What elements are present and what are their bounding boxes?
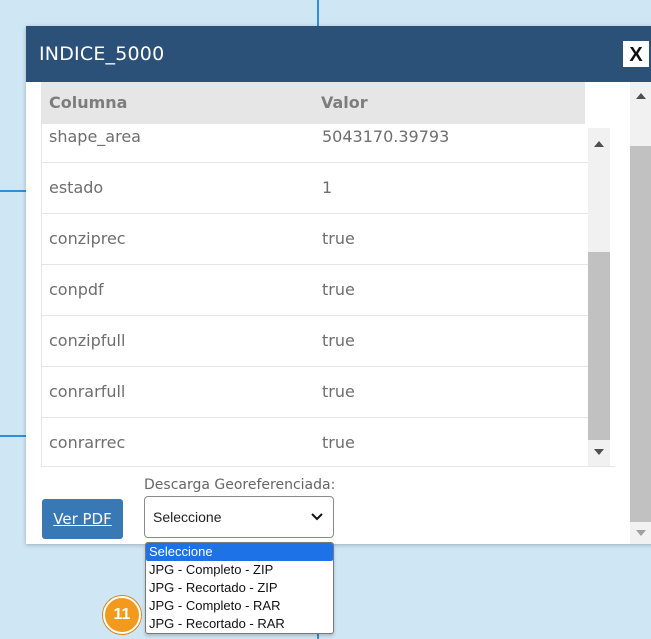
table-row: estado 1 xyxy=(42,163,590,214)
row-column: estado xyxy=(49,178,104,197)
view-pdf-button[interactable]: Ver PDF xyxy=(42,499,123,539)
arrow-down-icon[interactable] xyxy=(593,448,605,456)
close-icon: X xyxy=(629,44,643,66)
table-header: Columna Valor xyxy=(41,82,585,124)
table-row: conrarrec true xyxy=(42,418,590,466)
row-value: 1 xyxy=(322,178,333,197)
table-row: conzipfull true xyxy=(42,316,590,367)
table-scrollbar[interactable] xyxy=(588,128,610,466)
dropdown-option-seleccione[interactable]: Seleccione xyxy=(146,543,333,561)
row-column: conpdf xyxy=(49,280,104,299)
row-value: true xyxy=(322,229,355,248)
select-value: Seleccione xyxy=(153,509,222,525)
dropdown-option-jpg-completo-rar[interactable]: JPG - Completo - RAR xyxy=(146,597,333,615)
row-value: true xyxy=(322,382,355,401)
row-value: true xyxy=(322,280,355,299)
step-number-badge: 11 xyxy=(103,596,141,634)
dropdown-option-jpg-recortado-rar[interactable]: JPG - Recortado - RAR xyxy=(146,615,333,633)
column-header-valor: Valor xyxy=(321,93,368,112)
map-line xyxy=(0,435,26,437)
download-label: Descarga Georeferenciada: xyxy=(144,477,336,493)
popup-scroll-thumb[interactable] xyxy=(630,146,651,522)
dropdown-option-jpg-completo-zip[interactable]: JPG - Completo - ZIP xyxy=(146,561,333,579)
map-line xyxy=(0,190,26,192)
map-line xyxy=(317,0,319,26)
row-value: true xyxy=(322,331,355,350)
row-column: conrarrec xyxy=(49,433,126,452)
table-scroll-thumb[interactable] xyxy=(588,252,610,440)
dropdown-option-jpg-recortado-zip[interactable]: JPG - Recortado - ZIP xyxy=(146,579,333,597)
arrow-up-icon[interactable] xyxy=(593,140,605,148)
table-row: shape_area 5043170.39793 xyxy=(42,124,590,163)
table-row: conziprec true xyxy=(42,214,590,265)
popup-scrollbar[interactable] xyxy=(630,82,651,544)
feature-popup: INDICE_5000 X Columna Valor shape_area 5… xyxy=(26,26,651,544)
row-column: conrarfull xyxy=(49,382,126,401)
download-options-list[interactable]: Seleccione JPG - Completo - ZIP JPG - Re… xyxy=(145,542,334,634)
attributes-table[interactable]: shape_area 5043170.39793 estado 1 conzip… xyxy=(41,124,615,467)
close-button[interactable]: X xyxy=(621,39,651,69)
table-row: conrarfull true xyxy=(42,367,590,418)
chevron-down-icon xyxy=(311,513,323,521)
row-value: 5043170.39793 xyxy=(322,127,450,146)
column-header-columna: Columna xyxy=(49,93,128,112)
row-column: conziprec xyxy=(49,229,126,248)
arrow-up-icon[interactable] xyxy=(635,92,647,100)
arrow-down-icon[interactable] xyxy=(635,529,647,537)
download-format-select[interactable]: Seleccione xyxy=(144,496,334,538)
popup-header: INDICE_5000 X xyxy=(26,26,651,82)
row-value: true xyxy=(322,433,355,452)
row-column: shape_area xyxy=(49,127,141,146)
popup-title: INDICE_5000 xyxy=(39,43,165,65)
table-row: conpdf true xyxy=(42,265,590,316)
row-column: conzipfull xyxy=(49,331,126,350)
